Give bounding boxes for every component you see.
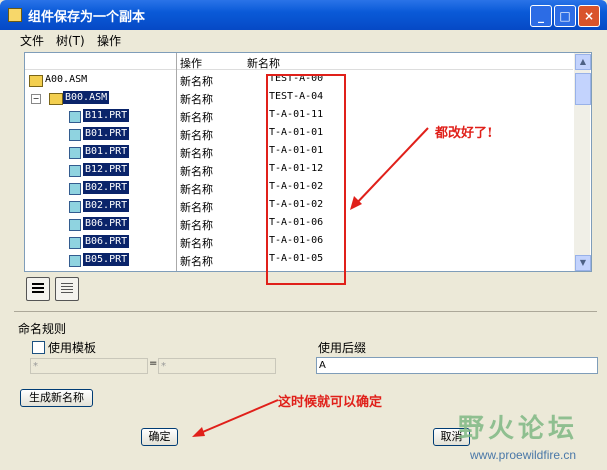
compact-view-icon — [61, 283, 73, 295]
component-name[interactable]: A00.ASM — [43, 73, 89, 86]
operation-cell[interactable]: 新名称 — [180, 253, 213, 269]
operation-cell[interactable]: 新名称 — [180, 217, 213, 233]
assembly-icon — [49, 93, 63, 105]
template-equals: = — [149, 358, 158, 369]
operation-cell[interactable]: 新名称 — [180, 109, 213, 125]
part-icon — [69, 219, 81, 231]
operation-cell[interactable]: 新名称 — [180, 91, 213, 107]
part-icon — [69, 237, 81, 249]
template-left-input[interactable]: * — [30, 358, 148, 374]
operation-cell[interactable]: 新名称 — [180, 163, 213, 179]
part-icon — [69, 165, 81, 177]
watermark-brand: 野火论坛 — [458, 414, 579, 444]
part-icon — [69, 111, 81, 123]
naming-rule-label: 命名规则 — [18, 322, 67, 336]
menu-file[interactable]: 文件 — [20, 32, 44, 49]
component-name[interactable]: B00.ASM — [63, 91, 110, 104]
generate-names-button[interactable]: 生成新名称 — [20, 389, 93, 407]
annotation-confirm: 这时候就可以确定 — [278, 395, 383, 410]
component-name[interactable]: B06.PRT — [83, 235, 130, 248]
operation-cell[interactable]: 新名称 — [180, 181, 213, 197]
view-detail-button[interactable] — [26, 277, 50, 301]
scroll-up-icon[interactable]: ▲ — [575, 54, 591, 70]
vertical-scrollbar[interactable]: ▲ ▼ — [574, 53, 591, 271]
component-name[interactable]: B01.PRT — [83, 127, 130, 140]
use-template-checkbox[interactable] — [32, 341, 45, 354]
scroll-thumb[interactable] — [575, 73, 591, 105]
view-list-button[interactable] — [55, 277, 79, 301]
assembly-icon — [29, 75, 43, 87]
maximize-icon[interactable]: □ — [554, 5, 576, 27]
template-right-input[interactable]: * — [158, 358, 276, 374]
component-name[interactable]: B05.PRT — [83, 253, 130, 266]
highlight-box — [266, 74, 346, 285]
component-name[interactable]: B12.PRT — [83, 163, 130, 176]
arrow-icon — [192, 399, 279, 437]
operation-cell[interactable]: 新名称 — [180, 199, 213, 215]
operation-cell[interactable]: 新名称 — [180, 73, 213, 89]
scroll-down-icon[interactable]: ▼ — [575, 255, 591, 271]
header-operation: 操作 — [180, 57, 202, 70]
use-suffix-label: 使用后缀 — [318, 341, 367, 355]
part-icon — [69, 147, 81, 159]
menu-bar: 文件 树(T) 操作 — [0, 30, 607, 50]
close-icon[interactable]: × — [578, 5, 600, 27]
component-name[interactable]: B06.PRT — [83, 217, 130, 230]
header-new-name: 新名称 — [247, 57, 280, 70]
app-icon — [8, 8, 22, 22]
annotation-done: 都改好了! — [435, 126, 493, 141]
operation-cell[interactable]: 新名称 — [180, 127, 213, 143]
minimize-icon[interactable]: _ — [530, 5, 552, 27]
component-name[interactable]: B11.PRT — [83, 109, 130, 122]
suffix-input[interactable]: A — [316, 357, 598, 374]
part-icon — [69, 255, 81, 267]
operation-cell[interactable]: 新名称 — [180, 145, 213, 161]
title-bar[interactable]: 组件保存为一个副本 _ □ × — [0, 0, 607, 30]
part-icon — [69, 129, 81, 141]
arrow-icon — [350, 127, 429, 210]
window-title: 组件保存为一个副本 — [28, 10, 146, 25]
part-icon — [69, 183, 81, 195]
dialog-window: 组件保存为一个副本 _ □ × 文件 树(T) 操作 操作 新名称 A00.AS… — [0, 0, 607, 470]
part-icon — [69, 201, 81, 213]
menu-operation[interactable]: 操作 — [97, 32, 121, 49]
watermark-logo: 野火论坛 www.proewildfire.cn — [400, 408, 605, 466]
operation-cell[interactable]: 新名称 — [180, 235, 213, 251]
component-name[interactable]: B01.PRT — [83, 145, 130, 158]
menu-tree[interactable]: 树(T) — [56, 32, 85, 49]
ok-button[interactable]: 确定 — [141, 428, 178, 446]
list-view-icon — [32, 283, 44, 295]
component-name[interactable]: B02.PRT — [83, 199, 130, 212]
use-template-label: 使用模板 — [48, 341, 97, 355]
watermark-url: www.proewildfire.cn — [470, 448, 577, 462]
tree-header: 操作 新名称 — [25, 53, 573, 70]
divider — [14, 311, 597, 312]
component-name[interactable]: B02.PRT — [83, 181, 130, 194]
collapse-icon[interactable]: − — [31, 94, 41, 104]
